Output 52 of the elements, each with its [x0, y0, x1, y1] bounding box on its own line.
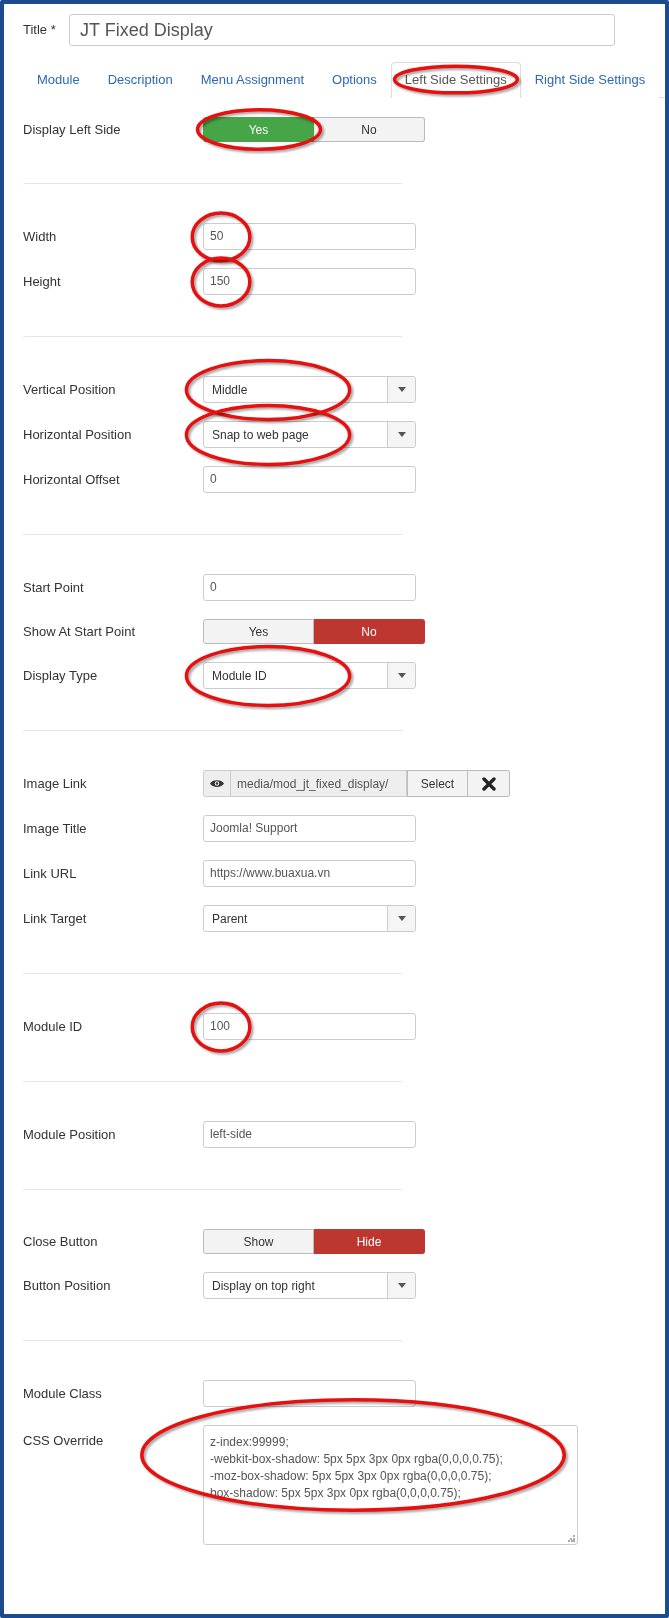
field-label: Link Target [23, 911, 88, 926]
textarea-field[interactable]: z-index:99999; -webkit-box-shadow: 5px 5px 3px 0px rgba(0,0,0,0.75); -moz-box-shadow: 5px 5px 3px 0px rgba(0,0,0,0.75); box-shadow: 5px 5px 3px 0px rgba(0,0,0,0.75); [203, 1425, 578, 1545]
title-input[interactable]: JT Fixed Display [69, 14, 615, 46]
input-field[interactable]: 150 [203, 268, 416, 295]
field-label: Image Title [23, 821, 88, 836]
input-field[interactable]: media/mod_jt_fixed_display/ [231, 770, 407, 797]
select-button[interactable]: Select [407, 770, 468, 797]
caret-icon [397, 673, 406, 678]
input-field[interactable]: https://www.buaxua.vn [203, 860, 416, 887]
input-field[interactable]: 0 [203, 574, 416, 601]
select-field[interactable]: Module ID [203, 662, 416, 689]
resize-grip-icon [568, 1535, 575, 1542]
select-field[interactable]: Parent [203, 905, 416, 932]
field-label: Height [23, 274, 62, 289]
caret-icon [397, 916, 406, 921]
field-label: Image Link [23, 776, 88, 791]
select-field[interactable]: Display on top right [203, 1272, 416, 1299]
field-label: Display Type [23, 668, 99, 683]
input-field[interactable]: Joomla! Support [203, 815, 416, 842]
input-field[interactable]: left-side [203, 1121, 416, 1148]
field-label: Width [23, 229, 58, 244]
preview-button[interactable] [203, 770, 231, 797]
eye-icon [210, 779, 224, 788]
toggle-option[interactable]: Hide [314, 1229, 425, 1254]
field-label: Link URL [23, 866, 78, 881]
field-label: Title * [23, 21, 57, 37]
select-field[interactable]: Middle [203, 376, 416, 403]
toggle-option[interactable]: No [314, 117, 425, 142]
input-field[interactable]: 50 [203, 223, 416, 250]
field-label: Module ID [23, 1019, 84, 1034]
field-label: Show At Start Point [23, 624, 136, 639]
field-label: Display Left Side [23, 122, 122, 137]
caret-icon [397, 1283, 406, 1288]
field-label: Module Class [23, 1386, 103, 1401]
toggle-option[interactable]: No [314, 619, 425, 644]
select-field[interactable]: Snap to web page [203, 421, 416, 448]
field-label: Vertical Position [23, 382, 117, 397]
field-label: Start Point [23, 580, 85, 595]
toggle-option[interactable]: Show [203, 1229, 314, 1254]
field-label: Close Button [23, 1234, 99, 1249]
field-label: Module Position [23, 1127, 117, 1142]
close-icon [481, 776, 496, 791]
input-field[interactable]: 0 [203, 466, 416, 493]
input-field[interactable]: 100 [203, 1013, 416, 1040]
field-label: Button Position [23, 1278, 112, 1293]
clear-button[interactable] [468, 770, 510, 797]
field-label: CSS Override [23, 1432, 105, 1448]
caret-icon [397, 387, 406, 392]
toggle-option[interactable]: Yes [203, 619, 314, 644]
field-label: Horizontal Position [23, 427, 133, 442]
field-label: Horizontal Offset [23, 472, 121, 487]
caret-icon [397, 432, 406, 437]
